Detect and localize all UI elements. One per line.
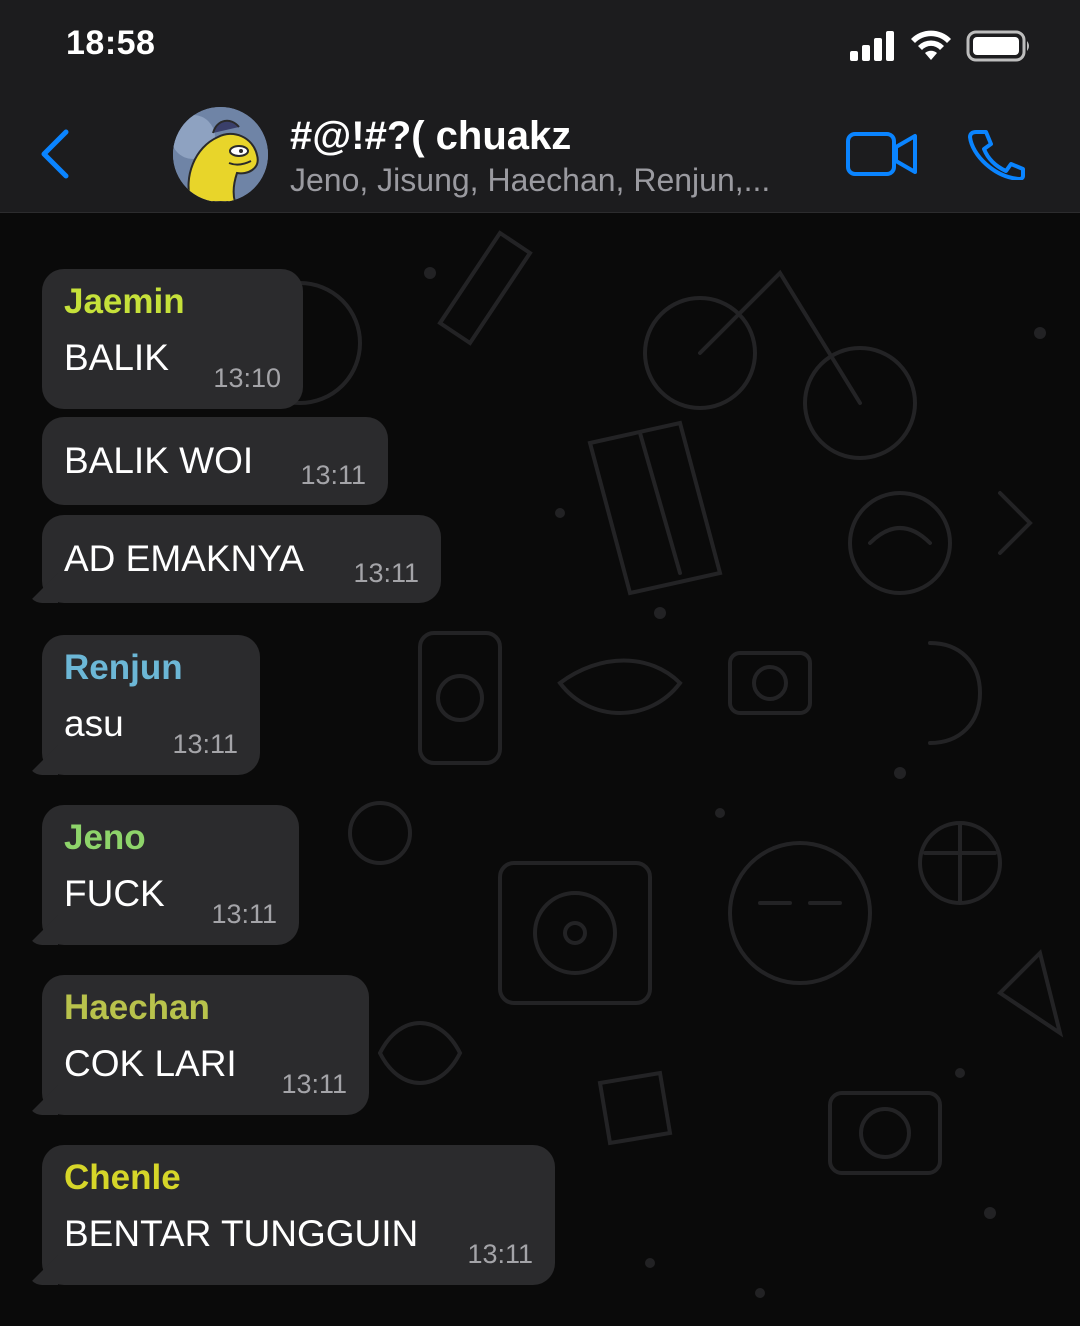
- message-text: FUCK: [64, 873, 165, 914]
- status-time: 18:58: [66, 24, 156, 62]
- message-sender: Haechan: [64, 988, 210, 1027]
- voice-call-button[interactable]: [966, 128, 1028, 181]
- status-icons: [850, 28, 1032, 64]
- message-time: 13:11: [300, 460, 366, 490]
- message-bubble[interactable]: Haechan COK LARI 13:11: [42, 975, 369, 1115]
- message-time: 13:11: [467, 1239, 533, 1269]
- chat-title: #@!#?( chuakz: [290, 114, 572, 158]
- video-camera-icon: [846, 132, 917, 176]
- message-bubble[interactable]: Jeno FUCK 13:11: [42, 805, 299, 945]
- phone-icon: [968, 130, 1025, 181]
- signal-icon: [850, 31, 894, 61]
- message-bubble[interactable]: AD EMAKNYA 13:11: [42, 515, 441, 603]
- message-text: BALIK: [64, 337, 169, 378]
- message-text: AD EMAKNYA: [64, 538, 304, 579]
- status-bar: 18:58: [0, 0, 1080, 92]
- group-avatar[interactable]: [173, 107, 268, 202]
- message-text: BALIK WOI: [64, 440, 254, 481]
- battery-icon: [966, 30, 1029, 62]
- back-button[interactable]: [36, 128, 76, 180]
- message-bubble[interactable]: Chenle BENTAR TUNGGUIN 13:11: [42, 1145, 555, 1285]
- avatar-image: [173, 107, 268, 202]
- chat-members: Jeno, Jisung, Haechan, Renjun,...: [290, 162, 771, 198]
- message-sender: Renjun: [64, 648, 183, 687]
- message-time: 13:10: [213, 363, 281, 393]
- chat-area[interactable]: Jaemin BALIK 13:10 BALIK WOI 13:11 AD EM…: [0, 213, 1080, 1326]
- wifi-icon: [911, 30, 951, 60]
- message-sender: Jeno: [64, 818, 146, 857]
- chat-title-area[interactable]: #@!#?( chuakz Jeno, Jisung, Haechan, Ren…: [290, 112, 810, 200]
- message-sender: Jaemin: [64, 282, 185, 321]
- message-bubble[interactable]: Renjun asu 13:11: [42, 635, 260, 775]
- chat-header: #@!#?( chuakz Jeno, Jisung, Haechan, Ren…: [0, 92, 1080, 213]
- message-bubble[interactable]: BALIK WOI 13:11: [42, 417, 388, 505]
- message-time: 13:11: [172, 729, 238, 759]
- message-bubble[interactable]: Jaemin BALIK 13:10: [42, 269, 303, 409]
- video-call-button[interactable]: [845, 130, 919, 178]
- message-text: asu: [64, 703, 124, 744]
- message-time: 13:11: [211, 899, 277, 929]
- message-text: COK LARI: [64, 1043, 237, 1084]
- chevron-left-icon: [41, 129, 69, 179]
- message-time: 13:11: [353, 558, 419, 588]
- message-time: 13:11: [281, 1069, 347, 1099]
- message-text: BENTAR TUNGGUIN: [64, 1213, 419, 1254]
- message-sender: Chenle: [64, 1158, 181, 1197]
